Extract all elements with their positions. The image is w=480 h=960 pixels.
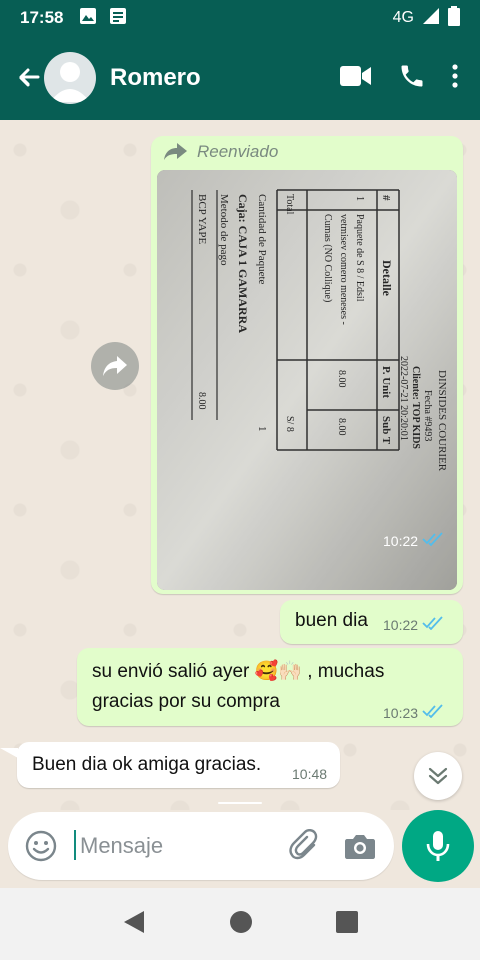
video-call-icon[interactable]: [340, 65, 372, 92]
message-text-line2: gracias por su compra: [92, 691, 280, 712]
gallery-icon: [79, 7, 97, 30]
recents-nav-icon[interactable]: [336, 910, 359, 938]
back-nav-icon[interactable]: [122, 909, 146, 940]
scroll-indicator: [218, 802, 262, 804]
signal-icon: [422, 7, 440, 30]
attach-icon[interactable]: [288, 829, 322, 863]
message-time: 10:23: [383, 704, 419, 721]
status-time: 17:58: [20, 8, 64, 27]
camera-icon[interactable]: [344, 832, 376, 860]
network-type: 4G: [392, 9, 414, 26]
message-text: Buen dia ok amiga gracias.: [32, 754, 262, 775]
double-chevron-down-icon: [428, 767, 448, 785]
system-navigation-bar: [0, 888, 480, 960]
incoming-bubble-tail: [0, 748, 18, 758]
battery-icon: [448, 5, 460, 31]
back-arrow-icon[interactable]: [8, 58, 48, 98]
message-meta: 10:22: [383, 616, 444, 633]
message-meta: 10:23: [383, 704, 444, 721]
forward-share-icon[interactable]: [91, 342, 139, 390]
more-options-icon[interactable]: [452, 63, 458, 93]
scroll-to-bottom-button[interactable]: [414, 752, 462, 800]
message-time: 10:22: [383, 532, 419, 549]
status-bar: 17:58 4G: [0, 0, 480, 36]
home-nav-icon[interactable]: [229, 910, 253, 939]
message-input[interactable]: Mensaje: [74, 830, 288, 860]
read-ticks-icon: [422, 532, 444, 549]
contact-name[interactable]: Romero: [110, 64, 201, 92]
message-composer[interactable]: Mensaje: [8, 812, 394, 880]
message-input-placeholder: Mensaje: [80, 833, 164, 858]
receipt-photo[interactable]: # Detalle P. Unit Sub T 1 Paquete de S 8…: [157, 170, 457, 590]
microphone-icon: [426, 831, 450, 861]
read-ticks-icon: [422, 616, 444, 633]
image-message[interactable]: Reenviado 10:22: [151, 136, 463, 594]
message-text: buen dia: [295, 610, 368, 631]
chat-area[interactable]: Reenviado 10:22 buen dia 10:22 su envió …: [0, 120, 480, 810]
message-time: 10:22: [383, 616, 419, 633]
contact-avatar[interactable]: [44, 52, 96, 104]
text-cursor: [74, 830, 76, 860]
forwarded-label: Reenviado: [163, 142, 278, 162]
voice-call-icon[interactable]: [398, 62, 426, 95]
text-message[interactable]: buen dia 10:22: [280, 600, 463, 644]
emoji-icon[interactable]: [24, 829, 58, 863]
news-icon: [109, 7, 127, 30]
message-time: 10:48: [292, 766, 328, 782]
read-ticks-icon: [422, 704, 444, 721]
forwarded-icon: [164, 143, 187, 160]
message-text-line1: su envió salió ayer 🥰🙌🏻 , muchas: [92, 661, 385, 682]
image-message-meta: 10:22: [383, 532, 444, 549]
incoming-text-message[interactable]: Buen dia ok amiga gracias. 10:48: [17, 742, 340, 788]
text-message[interactable]: su envió salió ayer 🥰🙌🏻 , muchas gracias…: [77, 648, 463, 726]
chat-header: Romero: [0, 36, 480, 120]
voice-record-button[interactable]: [402, 810, 474, 882]
